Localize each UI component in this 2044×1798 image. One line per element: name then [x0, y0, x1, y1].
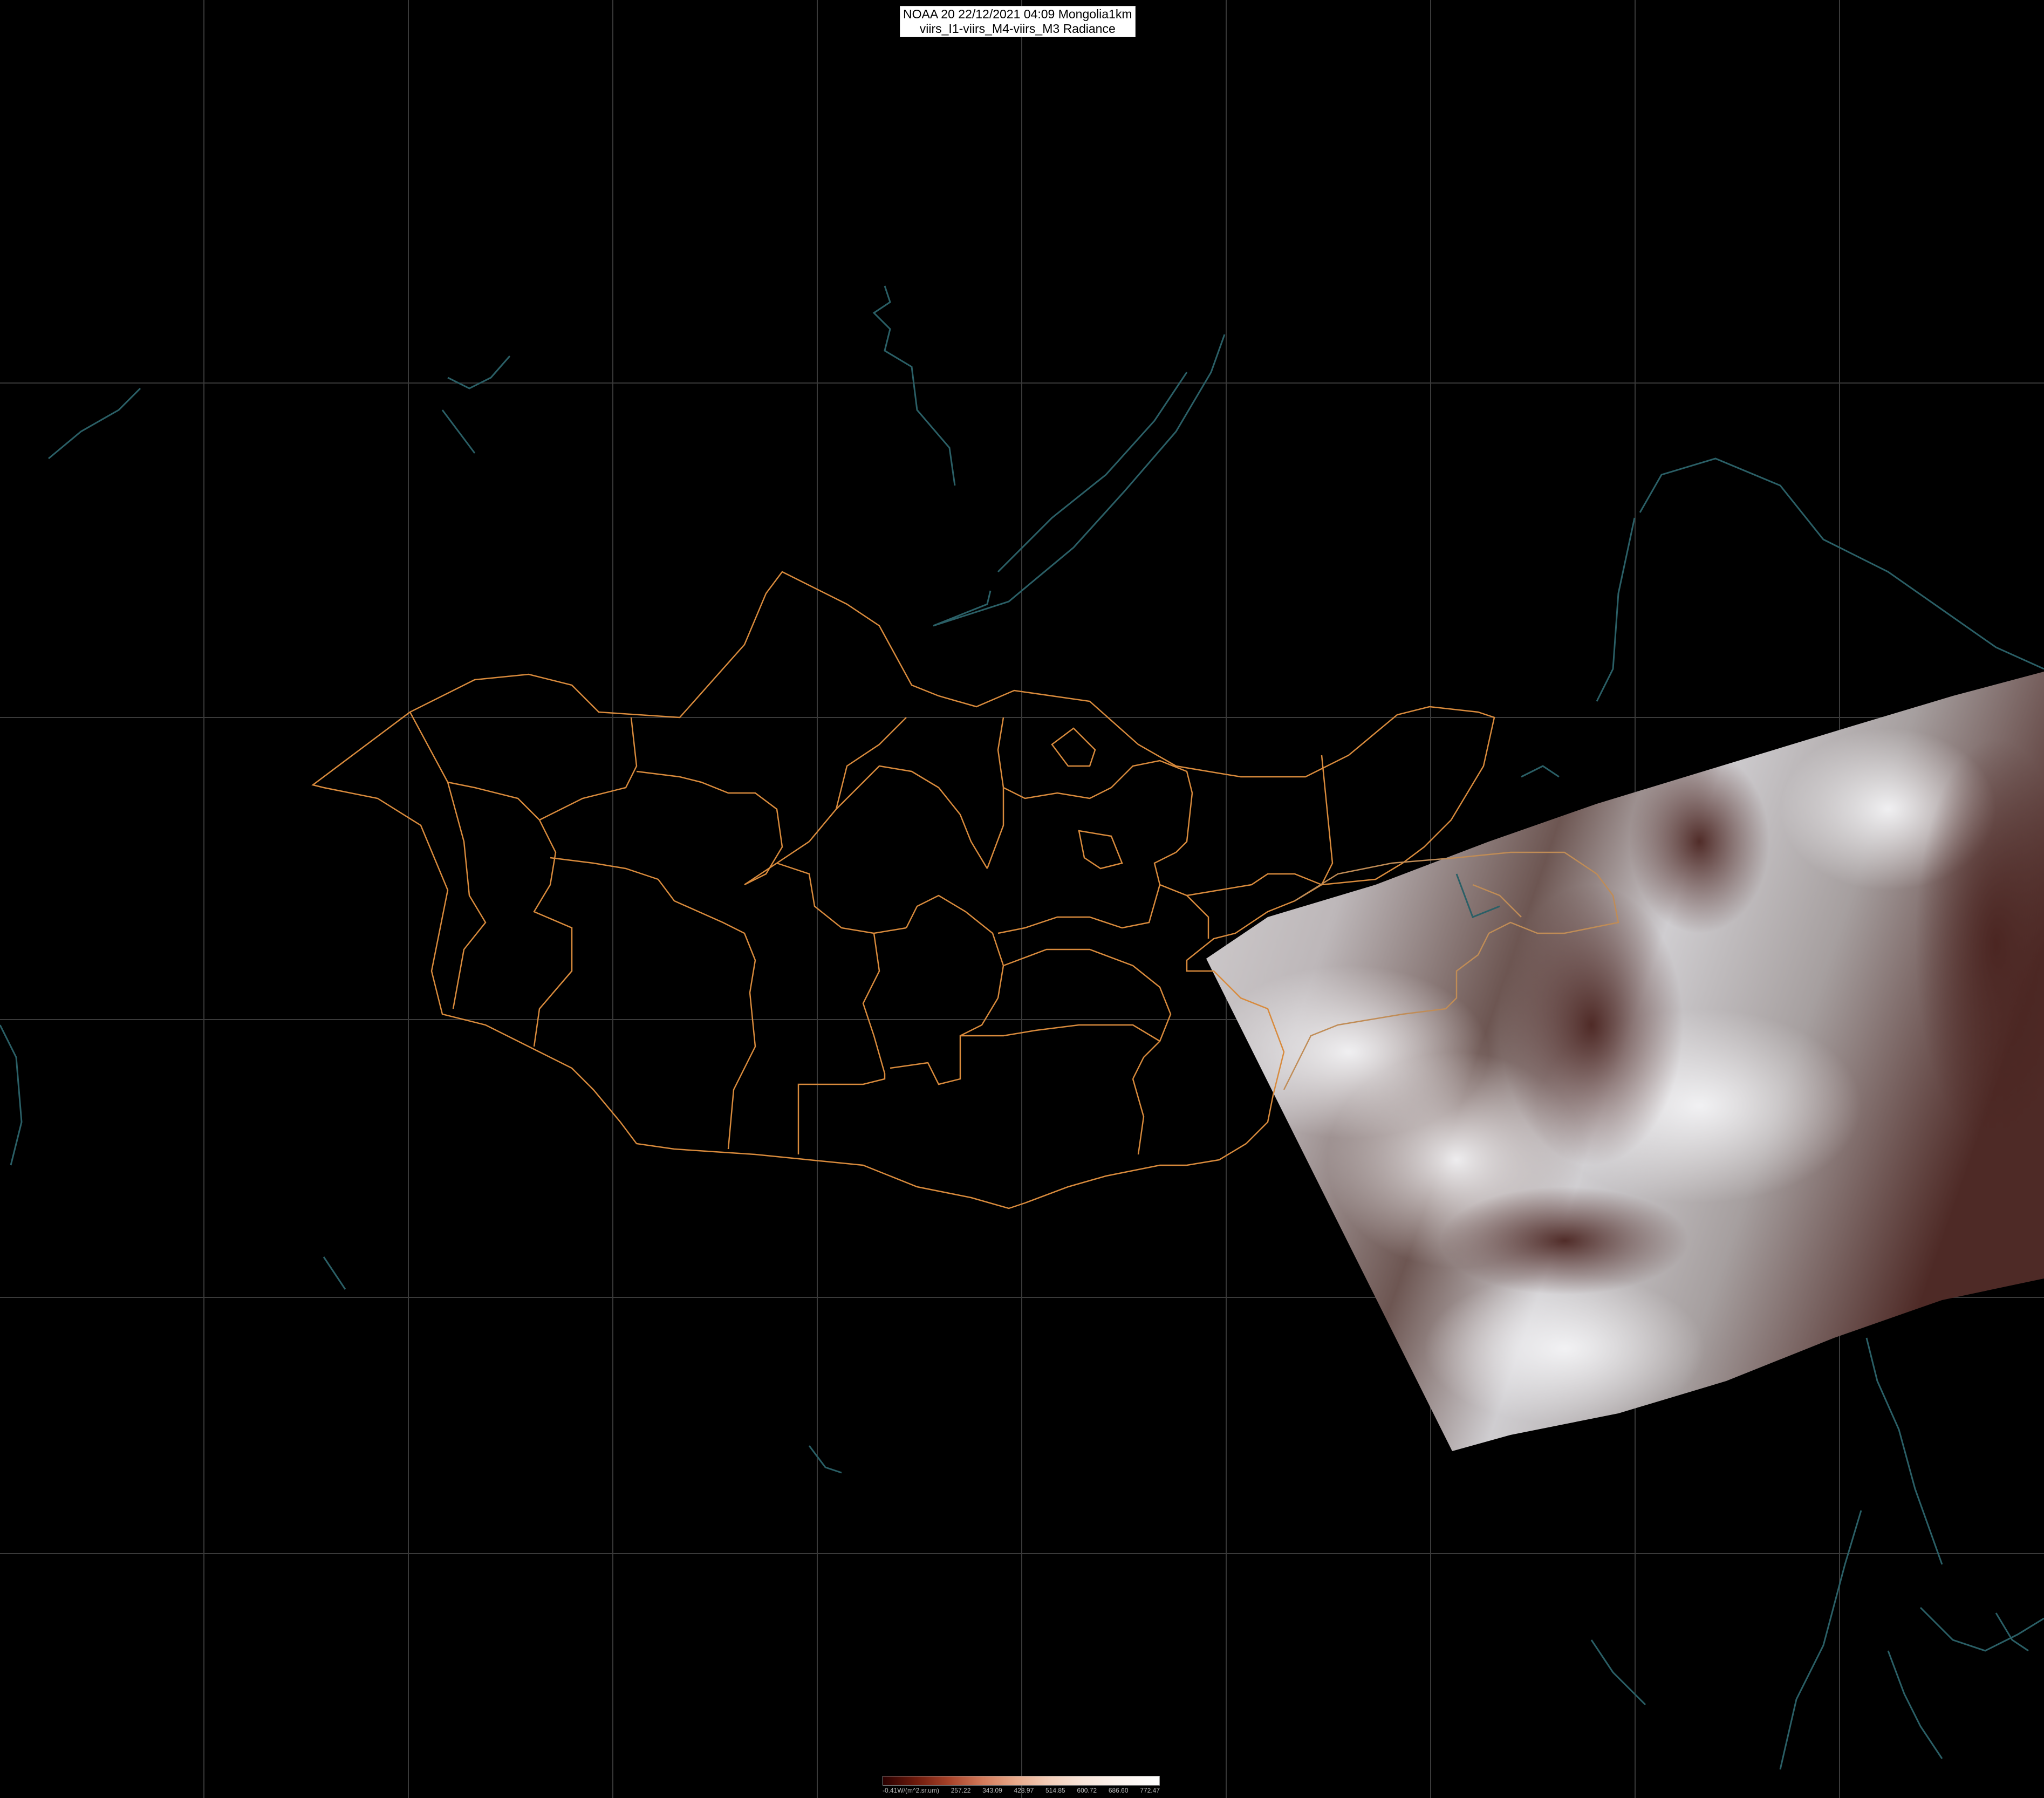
legend-tick: 686.60: [1108, 1787, 1129, 1794]
legend-tick: 772.47: [1140, 1787, 1160, 1794]
legend-color-bar: [883, 1776, 1160, 1786]
legend-tick: -0.41W/(m^2.sr.um): [883, 1787, 939, 1794]
radiance-legend: -0.41W/(m^2.sr.um) 257.22 343.09 428.97 …: [883, 1776, 1160, 1794]
map-title-box: NOAA 20 22/12/2021 04:09 Mongolia1km vii…: [900, 6, 1136, 37]
legend-tick: 343.09: [982, 1787, 1002, 1794]
legend-tick: 428.97: [1014, 1787, 1034, 1794]
satellite-swath: [1206, 672, 2044, 1451]
satellite-map: [0, 0, 2044, 1798]
legend-tick: 257.22: [951, 1787, 971, 1794]
legend-tick: 600.72: [1077, 1787, 1097, 1794]
legend-tick: 514.85: [1045, 1787, 1065, 1794]
title-line-1: NOAA 20 22/12/2021 04:09 Mongolia1km: [903, 7, 1132, 21]
legend-ticks: -0.41W/(m^2.sr.um) 257.22 343.09 428.97 …: [883, 1787, 1160, 1794]
title-line-2: viirs_I1-viirs_M4-viirs_M3 Radiance: [919, 22, 1116, 36]
